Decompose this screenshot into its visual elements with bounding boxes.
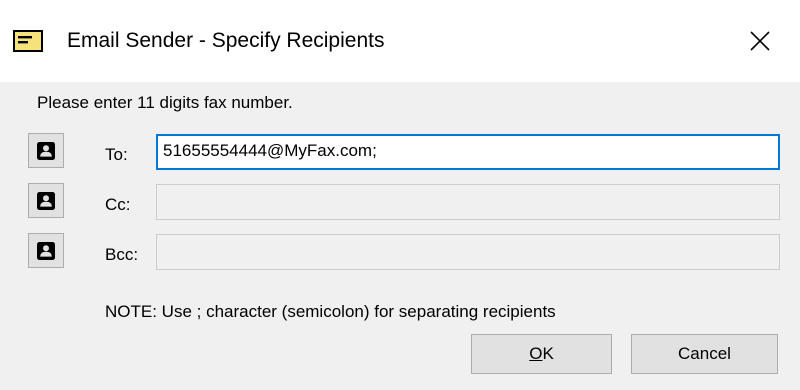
email-icon [13,30,43,52]
bcc-input[interactable] [156,234,780,270]
cc-input[interactable] [156,184,780,220]
to-address-book-button[interactable] [28,133,64,168]
cc-address-book-button[interactable] [28,183,64,218]
bcc-address-book-button[interactable] [28,233,64,268]
to-label: To: [105,145,128,164]
ok-button[interactable]: OK [471,334,612,374]
separator-note: NOTE: Use ; character (semicolon) for se… [105,302,556,321]
cancel-button[interactable]: Cancel [631,334,778,374]
close-button[interactable] [720,0,800,82]
bcc-label: Bcc: [105,245,139,264]
ok-mnemonic: O [529,344,543,363]
ok-label-rest: K [542,344,554,363]
contact-card-icon [37,191,55,210]
title-bar: Email Sender - Specify Recipients [0,0,800,82]
contact-card-icon [37,241,55,260]
window-title: Email Sender - Specify Recipients [67,29,385,52]
cc-label: Cc: [105,195,131,214]
contact-card-icon [37,141,55,160]
dialog-body: Please enter 11 digits fax number. To: 5… [0,82,800,390]
email-sender-dialog: Email Sender - Specify Recipients Please… [0,0,800,390]
close-icon [750,31,770,51]
to-input[interactable]: 51655554444@MyFax.com; [156,134,780,170]
instruction-text: Please enter 11 digits fax number. [37,93,293,112]
